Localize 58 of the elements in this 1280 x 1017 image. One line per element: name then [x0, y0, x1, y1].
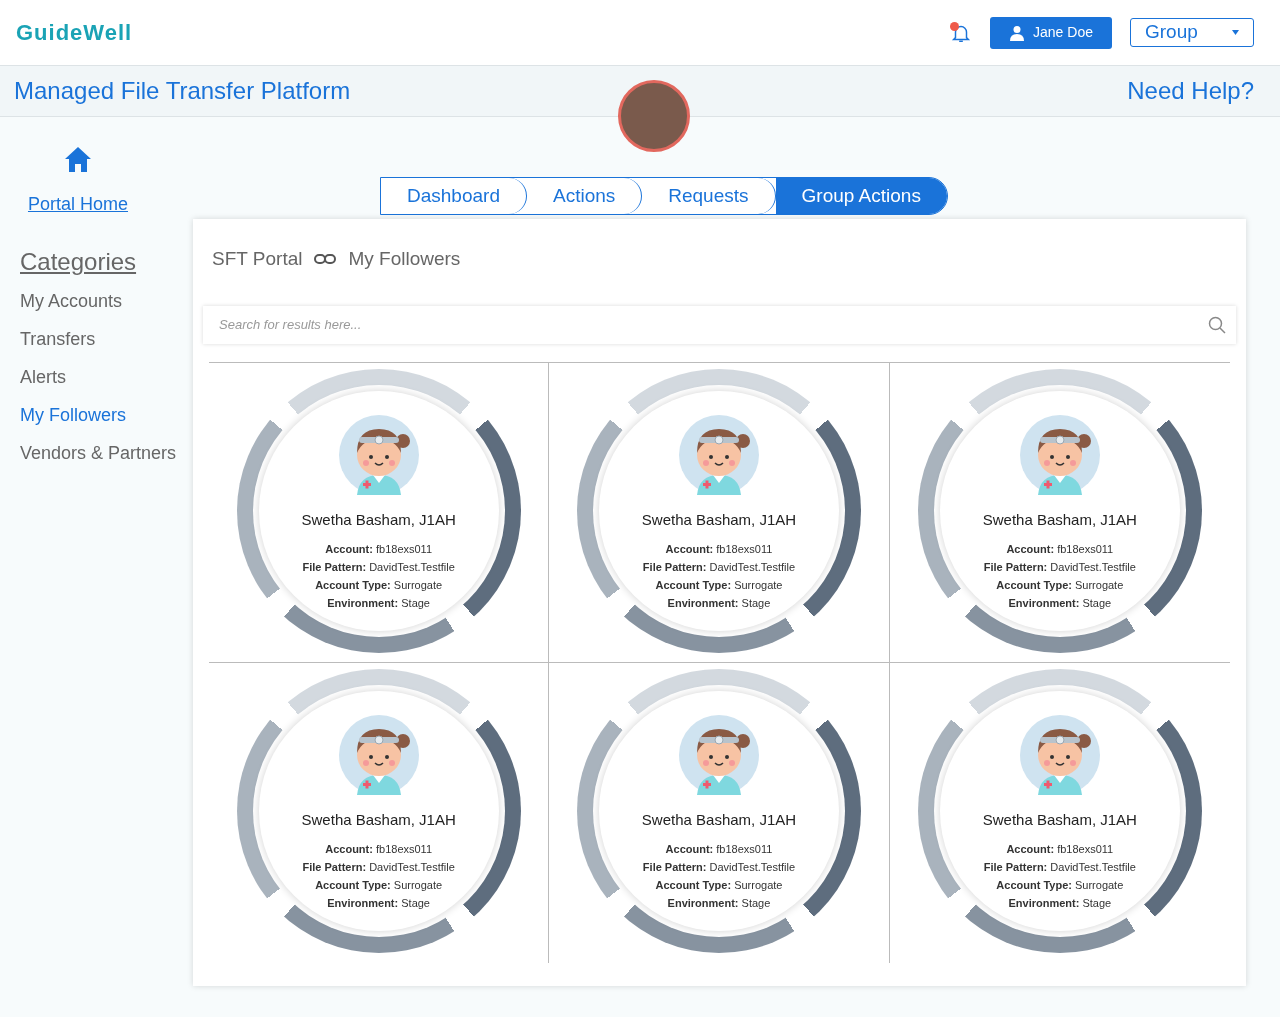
follower-name: Swetha Basham, J1AH: [301, 809, 456, 830]
category-link[interactable]: Vendors & Partners: [20, 440, 193, 466]
follower-detail: Account: fb18exs011: [1006, 842, 1114, 857]
follower-detail: Account Type: Surrogate: [996, 878, 1124, 893]
follower-detail: File Pattern: DavidTest.Testfile: [642, 560, 796, 575]
follower-detail: Environment: Stage: [1008, 896, 1112, 911]
follower-detail: Account: fb18exs011: [325, 542, 433, 557]
caret-icon: [1232, 30, 1239, 35]
follower-name: Swetha Basham, J1AH: [301, 509, 456, 530]
nurse-avatar-icon: [679, 414, 759, 495]
follower-detail: Account: fb18exs011: [665, 842, 773, 857]
bell-icon[interactable]: [950, 21, 972, 44]
follower-detail: File Pattern: DavidTest.Testfile: [983, 860, 1136, 875]
nav-tab[interactable]: Group Actions: [775, 178, 947, 214]
user-icon: [1009, 24, 1026, 41]
follower-detail: File Pattern: DavidTest.Testfile: [302, 560, 455, 575]
follower-detail: Environment: Stage: [1008, 596, 1112, 611]
follower-name: Swetha Basham, J1AH: [982, 809, 1137, 830]
follower-detail: File Pattern: DavidTest.Testfile: [302, 860, 455, 875]
follower-detail: Environment: Stage: [327, 596, 430, 611]
user-button[interactable]: Jane Doe: [990, 16, 1112, 49]
link-icon: [314, 254, 337, 265]
search-field[interactable]: Search for results here...: [203, 305, 1236, 344]
follower-detail: Account Type: Surrogate: [655, 878, 783, 893]
category-link[interactable]: Transfers: [20, 326, 193, 352]
follower-detail: File Pattern: DavidTest.Testfile: [983, 560, 1136, 575]
nurse-avatar-icon: [1019, 414, 1100, 495]
page-title: Managed File Transfer Platform: [14, 76, 351, 106]
nurse-avatar-icon: [338, 714, 419, 795]
follower-detail: Account: fb18exs011: [325, 842, 433, 857]
breadcrumb-item[interactable]: SFT Portal: [212, 245, 303, 274]
search-icon[interactable]: [1208, 315, 1226, 334]
follower-detail: Environment: Stage: [327, 896, 430, 911]
categories-heading: Categories: [20, 247, 138, 277]
group-select[interactable]: Group: [1130, 18, 1254, 47]
follower-detail: Environment: Stage: [667, 896, 771, 911]
follower-name: Swetha Basham, J1AH: [641, 509, 797, 530]
category-link[interactable]: My Accounts: [20, 288, 193, 314]
follower-name: Swetha Basham, J1AH: [982, 509, 1137, 530]
follower-detail: Account: fb18exs011: [665, 542, 773, 557]
follower-name: Swetha Basham, J1AH: [641, 809, 797, 830]
breadcrumb-item: My Followers: [348, 247, 461, 271]
follower-detail: Environment: Stage: [667, 596, 771, 611]
help-link[interactable]: Need Help?: [1127, 73, 1254, 109]
follower-detail: Account Type: Surrogate: [655, 578, 783, 593]
nurse-avatar-icon: [679, 714, 759, 795]
follower-detail: Account Type: Surrogate: [315, 578, 443, 593]
follower-detail: File Pattern: DavidTest.Testfile: [642, 860, 796, 875]
home-icon[interactable]: [64, 145, 92, 173]
follower-detail: Account Type: Surrogate: [996, 578, 1124, 593]
category-link[interactable]: My Followers: [20, 402, 193, 428]
follower-detail: Account Type: Surrogate: [315, 878, 443, 893]
nurse-avatar-icon: [338, 414, 419, 495]
portal-home-link[interactable]: Portal Home: [27, 191, 128, 218]
logo: GuideWell: [16, 19, 133, 47]
nurse-avatar-icon: [1019, 714, 1100, 795]
follower-detail: Account: fb18exs011: [1006, 542, 1114, 557]
category-link[interactable]: Alerts: [20, 364, 193, 390]
